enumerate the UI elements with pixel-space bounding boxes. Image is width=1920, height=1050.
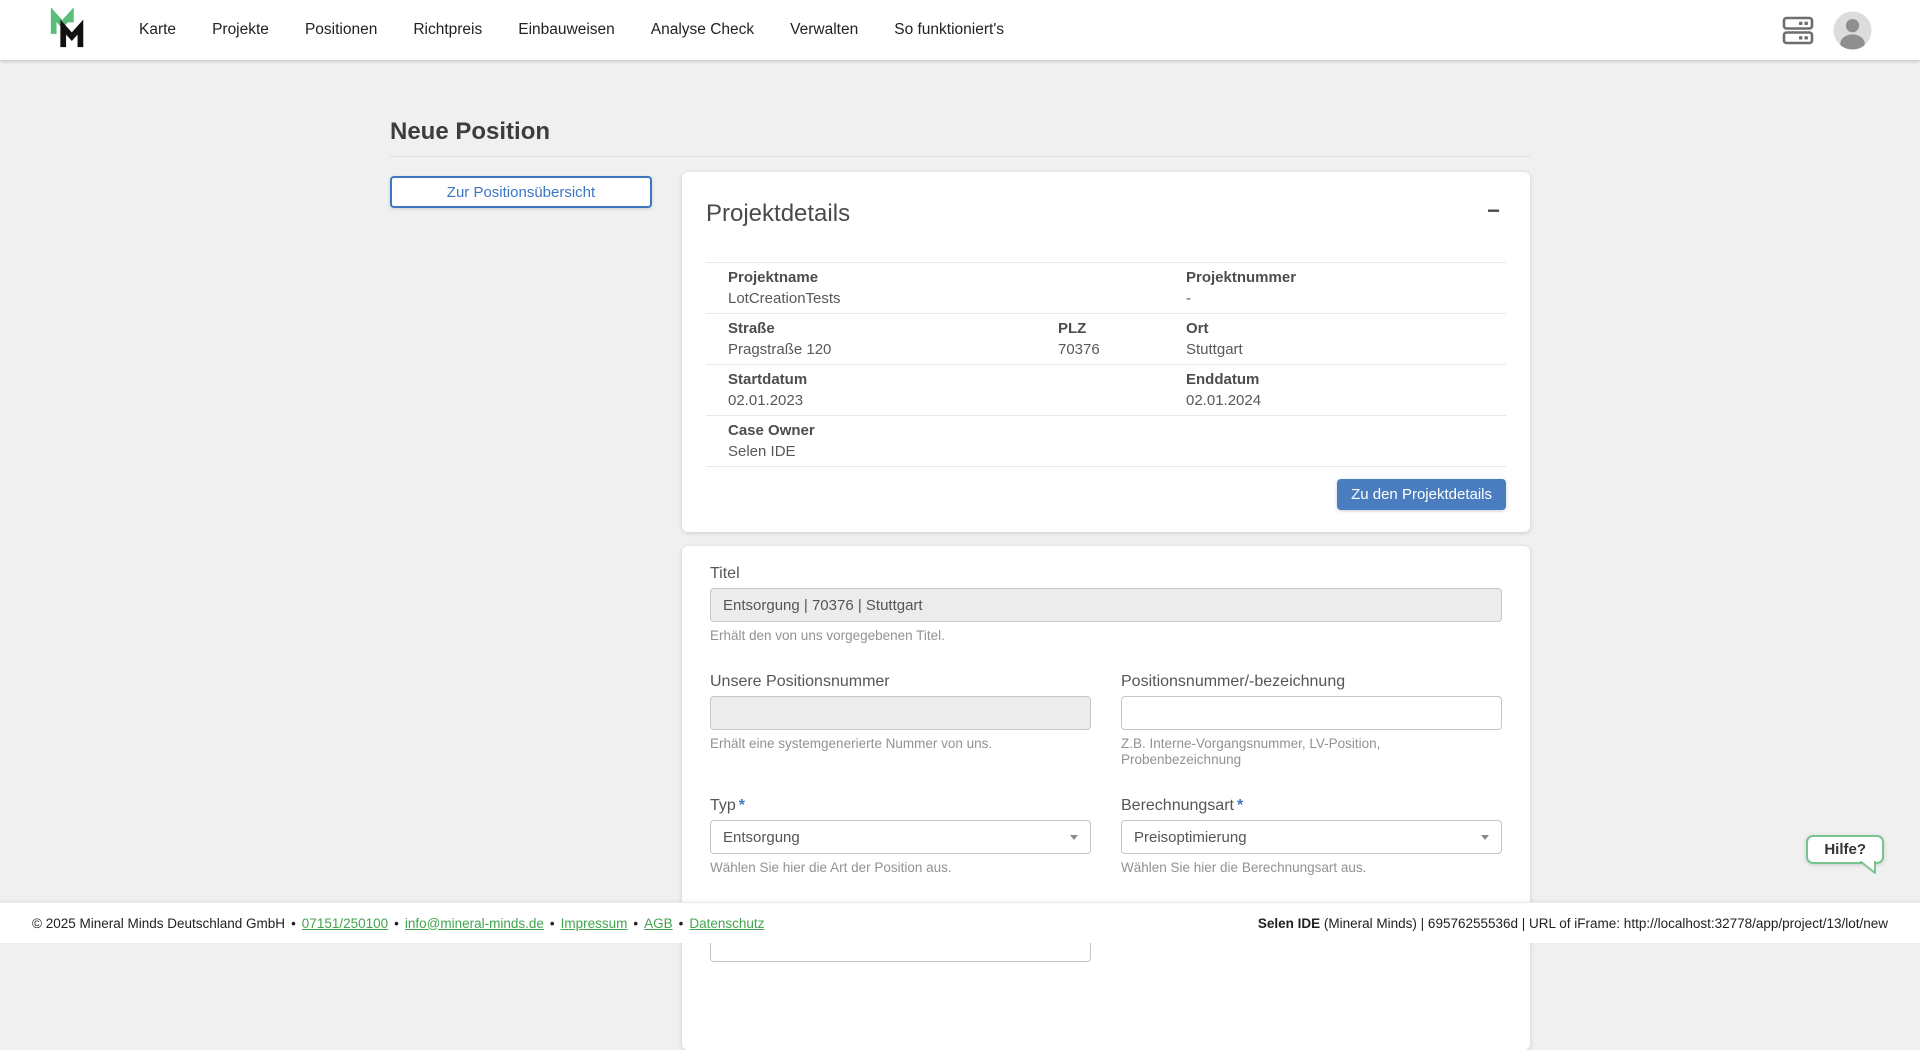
page-footer: © 2025 Mineral Minds Deutschland GmbH • …	[0, 902, 1920, 943]
page-title: Neue Position	[390, 118, 1530, 146]
footer-link-datenschutz[interactable]: Datenschutz	[689, 916, 764, 931]
typ-label: Typ*	[710, 796, 1091, 815]
field-label-case-owner: Case Owner	[728, 421, 1506, 440]
field-value-startdatum: 02.01.2023	[728, 391, 1186, 410]
titel-input	[710, 588, 1502, 622]
main-nav: Karte Projekte Positionen Richtpreis Ein…	[121, 0, 1022, 60]
help-button[interactable]: Hilfe?	[1806, 835, 1884, 864]
berechnungsart-help-text: Wählen Sie hier die Berechnungsart aus.	[1121, 860, 1502, 876]
mineral-minds-logo-icon[interactable]	[47, 8, 89, 52]
session-details: (Mineral Minds) | 69576255536d | URL of …	[1320, 916, 1888, 931]
berechnungsart-select-value: Preisoptimierung	[1134, 829, 1247, 846]
footer-left: © 2025 Mineral Minds Deutschland GmbH • …	[32, 916, 764, 931]
positionsnummer-field-group: Positionsnummer/-bezeichnung Z.B. Intern…	[1121, 672, 1502, 768]
typ-select[interactable]: Entsorgung	[710, 820, 1091, 854]
table-row: Case Owner Selen IDE	[706, 416, 1506, 467]
to-project-details-button[interactable]: Zu den Projektdetails	[1337, 479, 1506, 510]
unsere-positionsnummer-input	[710, 696, 1091, 730]
table-row: Projektname LotCreationTests Projektnumm…	[706, 262, 1506, 314]
speech-bubble-tail-icon	[1860, 861, 1877, 875]
unsere-positionsnummer-help-text: Erhält eine systemgenerierte Nummer von …	[710, 736, 1091, 752]
typ-help-text: Wählen Sie hier die Art der Position aus…	[710, 860, 1091, 876]
titel-help-text: Erhält den von uns vorgegebenen Titel.	[710, 628, 1502, 644]
nav-item-so-funktionierts[interactable]: So funktioniert's	[876, 0, 1022, 60]
top-nav: Karte Projekte Positionen Richtpreis Ein…	[0, 0, 1920, 60]
berechnungsart-field-group: Berechnungsart* Preisoptimierung Wählen …	[1121, 796, 1502, 876]
field-value-projektname: LotCreationTests	[728, 289, 1186, 308]
field-label-plz: PLZ	[1058, 319, 1186, 338]
nav-right-icons	[1781, 11, 1872, 50]
field-label-startdatum: Startdatum	[728, 370, 1186, 389]
field-label-ort: Ort	[1186, 319, 1506, 338]
table-row: Straße Pragstraße 120 PLZ 70376 Ort Stut…	[706, 314, 1506, 365]
server-icon[interactable]	[1781, 15, 1815, 46]
title-divider	[390, 156, 1530, 157]
chevron-down-icon	[1481, 835, 1489, 840]
nav-item-verwalten[interactable]: Verwalten	[772, 0, 876, 60]
positionsnummer-help-text: Z.B. Interne-Vorgangsnummer, LV-Position…	[1121, 736, 1502, 768]
user-avatar[interactable]	[1833, 11, 1872, 50]
nav-item-einbauweisen[interactable]: Einbauweisen	[500, 0, 633, 60]
field-value-case-owner: Selen IDE	[728, 442, 1506, 461]
collapse-icon[interactable]: −	[1481, 200, 1506, 222]
session-info: Selen IDE (Mineral Minds) | 69576255536d…	[1258, 916, 1888, 931]
berechnungsart-select[interactable]: Preisoptimierung	[1121, 820, 1502, 854]
main-content: Neue Position Zur Positionsübersicht Pro…	[0, 0, 1920, 1050]
berechnungsart-label: Berechnungsart*	[1121, 796, 1502, 815]
field-label-projektname: Projektname	[728, 268, 1186, 287]
copyright-text: © 2025 Mineral Minds Deutschland GmbH	[32, 916, 285, 931]
field-value-ort: Stuttgart	[1186, 340, 1506, 359]
table-row: Startdatum 02.01.2023 Enddatum 02.01.202…	[706, 365, 1506, 416]
nav-item-projekte[interactable]: Projekte	[194, 0, 287, 60]
nav-item-analyse-check[interactable]: Analyse Check	[633, 0, 772, 60]
project-details-card: Projektdetails − Projektname LotCreation…	[682, 172, 1530, 532]
positionsnummer-label: Positionsnummer/-bezeichnung	[1121, 672, 1502, 691]
field-value-strasse: Pragstraße 120	[728, 340, 1058, 359]
footer-link-phone[interactable]: 07151/250100	[302, 916, 388, 931]
project-card-title: Projektdetails	[706, 200, 850, 228]
field-value-plz: 70376	[1058, 340, 1186, 359]
session-user: Selen IDE	[1258, 916, 1320, 931]
typ-select-value: Entsorgung	[723, 829, 800, 846]
field-label-projektnummer: Projektnummer	[1186, 268, 1506, 287]
nav-item-positionen[interactable]: Positionen	[287, 0, 395, 60]
required-asterisk: *	[1237, 797, 1243, 814]
field-value-enddatum: 02.01.2024	[1186, 391, 1506, 410]
nav-item-karte[interactable]: Karte	[121, 0, 194, 60]
project-detail-table: Projektname LotCreationTests Projektnumm…	[706, 262, 1506, 467]
unsere-positionsnummer-field-group: Unsere Positionsnummer Erhält eine syste…	[710, 672, 1091, 768]
required-asterisk: *	[739, 797, 745, 814]
field-value-projektnummer: -	[1186, 289, 1506, 308]
footer-link-impressum[interactable]: Impressum	[561, 916, 628, 931]
left-column: Zur Positionsübersicht	[390, 172, 652, 208]
back-to-positions-button[interactable]: Zur Positionsübersicht	[390, 176, 652, 208]
field-label-strasse: Straße	[728, 319, 1058, 338]
nav-item-richtpreis[interactable]: Richtpreis	[395, 0, 500, 60]
footer-link-agb[interactable]: AGB	[644, 916, 673, 931]
unsere-positionsnummer-label: Unsere Positionsnummer	[710, 672, 1091, 691]
titel-field-group: Titel Erhält den von uns vorgegebenen Ti…	[710, 564, 1502, 644]
positionsnummer-input[interactable]	[1121, 696, 1502, 730]
footer-link-email[interactable]: info@mineral-minds.de	[405, 916, 544, 931]
help-button-label: Hilfe?	[1824, 841, 1866, 858]
chevron-down-icon	[1070, 835, 1078, 840]
titel-label: Titel	[710, 564, 1502, 583]
new-position-form-card: Titel Erhält den von uns vorgegebenen Ti…	[682, 546, 1530, 1050]
field-label-enddatum: Enddatum	[1186, 370, 1506, 389]
typ-field-group: Typ* Entsorgung Wählen Sie hier die Art …	[710, 796, 1091, 876]
